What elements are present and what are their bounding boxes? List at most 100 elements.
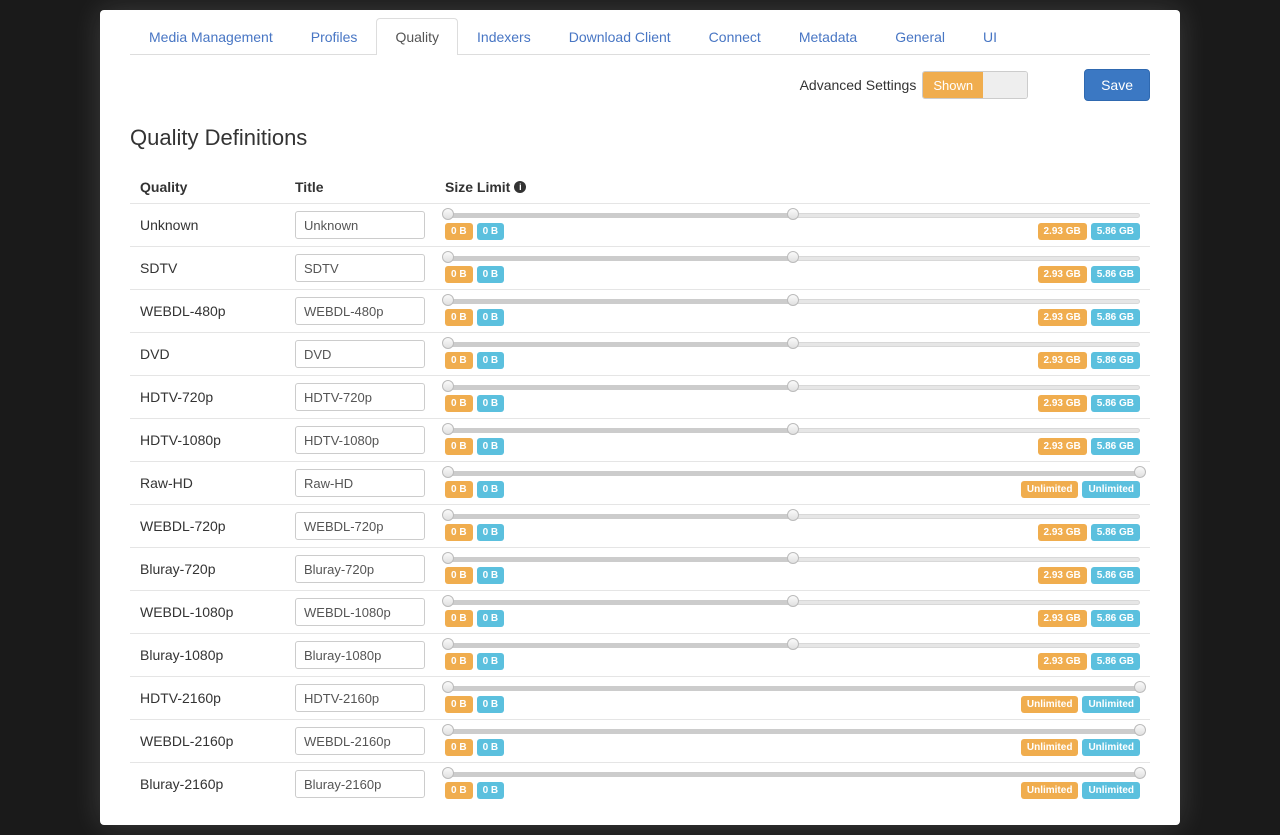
slider-handle-max[interactable] bbox=[787, 251, 799, 263]
size-slider[interactable] bbox=[445, 640, 1140, 650]
title-input[interactable] bbox=[295, 340, 425, 368]
min-30m-badge: 0 B bbox=[445, 309, 473, 326]
max-60m-badge: 5.86 GB bbox=[1091, 266, 1140, 283]
settings-tabs: Media ManagementProfilesQualityIndexersD… bbox=[130, 10, 1150, 55]
size-slider[interactable] bbox=[445, 511, 1140, 521]
quality-row: HDTV-720p0 B0 B2.93 GB5.86 GB bbox=[130, 375, 1150, 418]
max-60m-badge: 5.86 GB bbox=[1091, 567, 1140, 584]
col-quality: Quality bbox=[140, 179, 295, 195]
slider-handle-min[interactable] bbox=[442, 638, 454, 650]
slider-handle-min[interactable] bbox=[442, 509, 454, 521]
title-input[interactable] bbox=[295, 684, 425, 712]
col-title: Title bbox=[295, 179, 445, 195]
min-60m-badge: 0 B bbox=[477, 309, 505, 326]
slider-handle-min[interactable] bbox=[442, 552, 454, 564]
slider-handle-min[interactable] bbox=[442, 337, 454, 349]
min-60m-badge: 0 B bbox=[477, 395, 505, 412]
min-60m-badge: 0 B bbox=[477, 266, 505, 283]
quality-row: WEBDL-1080p0 B0 B2.93 GB5.86 GB bbox=[130, 590, 1150, 633]
title-input[interactable] bbox=[295, 211, 425, 239]
size-slider[interactable] bbox=[445, 726, 1140, 736]
title-input[interactable] bbox=[295, 641, 425, 669]
slider-handle-max[interactable] bbox=[787, 552, 799, 564]
slider-handle-max[interactable] bbox=[787, 337, 799, 349]
slider-handle-min[interactable] bbox=[442, 294, 454, 306]
col-size: Size Limit i bbox=[445, 179, 1140, 195]
tab-media-management[interactable]: Media Management bbox=[130, 18, 292, 55]
size-slider[interactable] bbox=[445, 296, 1140, 306]
slider-handle-min[interactable] bbox=[442, 208, 454, 220]
title-input[interactable] bbox=[295, 727, 425, 755]
save-button[interactable]: Save bbox=[1084, 69, 1150, 101]
slider-handle-min[interactable] bbox=[442, 466, 454, 478]
max-60m-badge: 5.86 GB bbox=[1091, 309, 1140, 326]
slider-handle-min[interactable] bbox=[442, 251, 454, 263]
quality-row: Bluray-720p0 B0 B2.93 GB5.86 GB bbox=[130, 547, 1150, 590]
advanced-settings-label: Advanced Settings bbox=[800, 77, 917, 93]
tab-download-client[interactable]: Download Client bbox=[550, 18, 690, 55]
toggle-hidden bbox=[983, 72, 1027, 98]
tab-general[interactable]: General bbox=[876, 18, 964, 55]
title-input[interactable] bbox=[295, 512, 425, 540]
quality-name: WEBDL-480p bbox=[140, 303, 295, 319]
quality-name: DVD bbox=[140, 346, 295, 362]
size-slider[interactable] bbox=[445, 253, 1140, 263]
slider-handle-max[interactable] bbox=[1134, 724, 1146, 736]
tab-quality[interactable]: Quality bbox=[376, 18, 458, 55]
min-60m-badge: 0 B bbox=[477, 223, 505, 240]
title-input[interactable] bbox=[295, 383, 425, 411]
size-slider[interactable] bbox=[445, 425, 1140, 435]
quality-name: HDTV-2160p bbox=[140, 690, 295, 706]
max-30m-badge: Unlimited bbox=[1021, 481, 1079, 498]
quality-row: Bluray-1080p0 B0 B2.93 GB5.86 GB bbox=[130, 633, 1150, 676]
size-slider[interactable] bbox=[445, 339, 1140, 349]
max-60m-badge: 5.86 GB bbox=[1091, 352, 1140, 369]
slider-handle-min[interactable] bbox=[442, 681, 454, 693]
tab-ui[interactable]: UI bbox=[964, 18, 1016, 55]
info-icon[interactable]: i bbox=[514, 181, 526, 193]
tab-profiles[interactable]: Profiles bbox=[292, 18, 377, 55]
slider-handle-max[interactable] bbox=[787, 294, 799, 306]
quality-name: Unknown bbox=[140, 217, 295, 233]
slider-handle-max[interactable] bbox=[787, 509, 799, 521]
toggle-shown: Shown bbox=[923, 72, 983, 98]
slider-handle-max[interactable] bbox=[787, 208, 799, 220]
title-input[interactable] bbox=[295, 254, 425, 282]
slider-handle-max[interactable] bbox=[787, 638, 799, 650]
slider-handle-max[interactable] bbox=[1134, 767, 1146, 779]
slider-handle-max[interactable] bbox=[1134, 466, 1146, 478]
size-slider[interactable] bbox=[445, 210, 1140, 220]
size-slider[interactable] bbox=[445, 683, 1140, 693]
size-slider[interactable] bbox=[445, 597, 1140, 607]
advanced-toggle[interactable]: Shown bbox=[922, 71, 1028, 99]
slider-handle-max[interactable] bbox=[787, 423, 799, 435]
title-input[interactable] bbox=[295, 555, 425, 583]
max-30m-badge: Unlimited bbox=[1021, 739, 1079, 756]
tab-metadata[interactable]: Metadata bbox=[780, 18, 876, 55]
min-60m-badge: 0 B bbox=[477, 524, 505, 541]
slider-handle-max[interactable] bbox=[787, 380, 799, 392]
title-input[interactable] bbox=[295, 426, 425, 454]
size-slider[interactable] bbox=[445, 468, 1140, 478]
size-slider[interactable] bbox=[445, 382, 1140, 392]
slider-handle-min[interactable] bbox=[442, 380, 454, 392]
slider-handle-max[interactable] bbox=[787, 595, 799, 607]
title-input[interactable] bbox=[295, 598, 425, 626]
tab-indexers[interactable]: Indexers bbox=[458, 18, 550, 55]
slider-handle-min[interactable] bbox=[442, 595, 454, 607]
quality-name: Bluray-720p bbox=[140, 561, 295, 577]
size-slider[interactable] bbox=[445, 554, 1140, 564]
title-input[interactable] bbox=[295, 469, 425, 497]
max-30m-badge: 2.93 GB bbox=[1038, 352, 1087, 369]
max-30m-badge: 2.93 GB bbox=[1038, 567, 1087, 584]
tab-connect[interactable]: Connect bbox=[690, 18, 780, 55]
size-slider[interactable] bbox=[445, 769, 1140, 779]
quality-name: HDTV-1080p bbox=[140, 432, 295, 448]
max-30m-badge: 2.93 GB bbox=[1038, 524, 1087, 541]
slider-handle-min[interactable] bbox=[442, 724, 454, 736]
title-input[interactable] bbox=[295, 297, 425, 325]
slider-handle-min[interactable] bbox=[442, 767, 454, 779]
slider-handle-min[interactable] bbox=[442, 423, 454, 435]
min-60m-badge: 0 B bbox=[477, 481, 505, 498]
slider-handle-max[interactable] bbox=[1134, 681, 1146, 693]
